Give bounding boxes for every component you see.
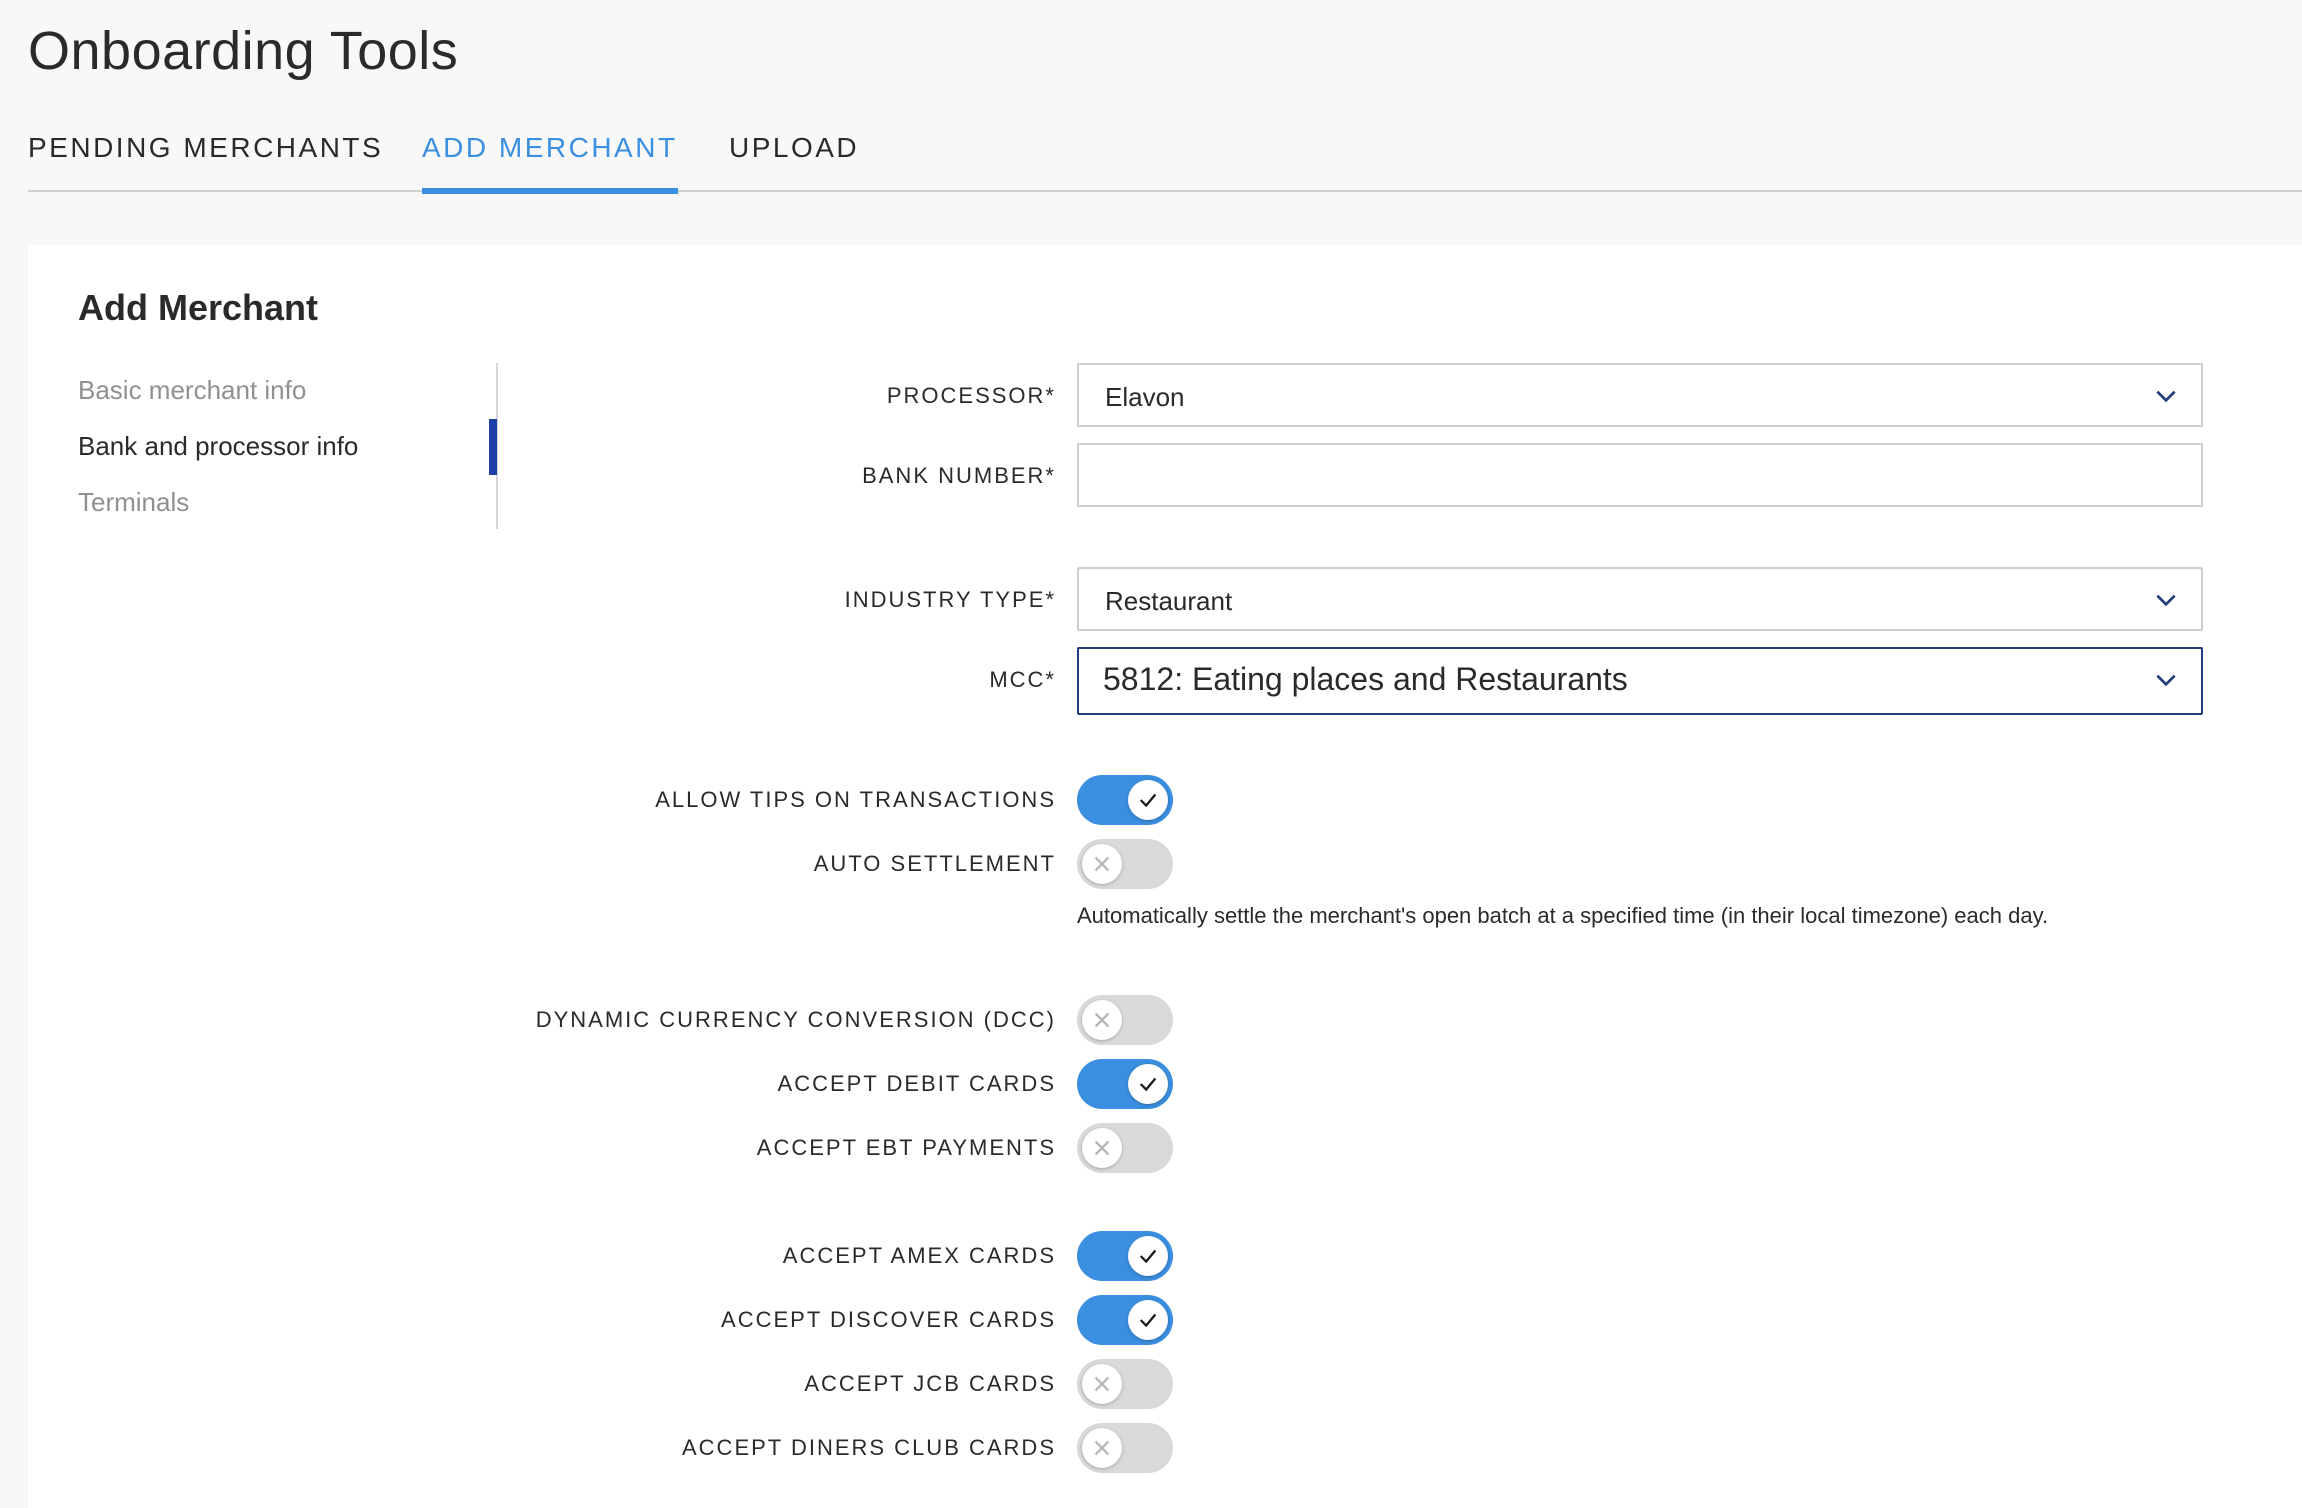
chevron-down-icon: [2156, 594, 2176, 607]
check-icon: [1139, 793, 1157, 808]
accept-amex-label: ACCEPT AMEX CARDS: [782, 1243, 1056, 1268]
toggle-knob: [1082, 844, 1122, 884]
toggle-knob: [1128, 1236, 1168, 1276]
accept-discover-label: ACCEPT DISCOVER CARDS: [721, 1307, 1056, 1332]
toggle-knob: [1128, 1300, 1168, 1340]
accept-diners-label: ACCEPT DINERS CLUB CARDS: [682, 1435, 1056, 1460]
bank-number-label: BANK NUMBER*: [862, 463, 1056, 488]
auto-settlement-help: Automatically settle the merchant's open…: [1077, 903, 2049, 928]
mcc-value: 5812: Eating places and Restaurants: [1103, 661, 1628, 697]
auto-settlement-toggle[interactable]: [1077, 839, 1173, 889]
side-nav-terminals[interactable]: Terminals: [78, 487, 189, 518]
industry-type-select[interactable]: Restaurant: [1077, 567, 2203, 631]
accept-jcb-label: ACCEPT JCB CARDS: [804, 1371, 1056, 1396]
toggle-knob: [1128, 1064, 1168, 1104]
tab-bar: PENDING MERCHANTS ADD MERCHANT UPLOAD: [28, 118, 2302, 194]
industry-type-label: INDUSTRY TYPE*: [844, 587, 1056, 612]
processor-select[interactable]: Elavon: [1077, 363, 2203, 427]
accept-debit-toggle[interactable]: [1077, 1059, 1173, 1109]
accept-diners-toggle[interactable]: [1077, 1423, 1173, 1473]
side-nav-bank-and-processor-info[interactable]: Bank and processor info: [78, 431, 358, 462]
toggle-knob: [1082, 1364, 1122, 1404]
accept-amex-toggle[interactable]: [1077, 1231, 1173, 1281]
allow-tips-toggle[interactable]: [1077, 775, 1173, 825]
close-icon: [1094, 1140, 1110, 1156]
toggle-knob: [1082, 1428, 1122, 1468]
toggle-knob: [1128, 780, 1168, 820]
tab-pending-merchants[interactable]: PENDING MERCHANTS: [28, 132, 383, 192]
chevron-down-icon: [2156, 390, 2176, 403]
auto-settlement-label: AUTO SETTLEMENT: [813, 851, 1056, 876]
close-icon: [1094, 1376, 1110, 1392]
tab-upload[interactable]: UPLOAD: [729, 132, 859, 192]
processor-label: PROCESSOR*: [886, 383, 1056, 408]
side-nav-active-indicator: [489, 419, 497, 475]
mcc-label: MCC*: [989, 667, 1056, 692]
close-icon: [1094, 856, 1110, 872]
bank-number-field-wrap: [1077, 443, 2203, 507]
allow-tips-label: ALLOW TIPS ON TRANSACTIONS: [655, 787, 1056, 812]
side-nav: Basic merchant info Bank and processor i…: [78, 363, 498, 529]
check-icon: [1139, 1249, 1157, 1264]
close-icon: [1094, 1012, 1110, 1028]
dcc-toggle[interactable]: [1077, 995, 1173, 1045]
tab-add-merchant[interactable]: ADD MERCHANT: [422, 132, 678, 194]
mcc-select[interactable]: 5812: Eating places and Restaurants: [1077, 647, 2203, 715]
bank-number-field[interactable]: [1079, 445, 2201, 505]
toggle-knob: [1082, 1128, 1122, 1168]
accept-jcb-toggle[interactable]: [1077, 1359, 1173, 1409]
card-title: Add Merchant: [78, 287, 319, 328]
accept-ebt-label: ACCEPT EBT PAYMENTS: [756, 1135, 1056, 1160]
close-icon: [1094, 1440, 1110, 1456]
industry-type-value: Restaurant: [1105, 586, 1233, 616]
processor-value: Elavon: [1105, 382, 1185, 412]
toggle-knob: [1082, 1000, 1122, 1040]
page-title: Onboarding Tools: [28, 21, 459, 81]
chevron-down-icon: [2156, 674, 2176, 687]
side-nav-basic-merchant-info[interactable]: Basic merchant info: [78, 375, 306, 406]
accept-discover-toggle[interactable]: [1077, 1295, 1173, 1345]
accept-ebt-toggle[interactable]: [1077, 1123, 1173, 1173]
accept-debit-label: ACCEPT DEBIT CARDS: [777, 1071, 1056, 1096]
check-icon: [1139, 1313, 1157, 1328]
check-icon: [1139, 1077, 1157, 1092]
dcc-label: DYNAMIC CURRENCY CONVERSION (DCC): [535, 1007, 1056, 1032]
